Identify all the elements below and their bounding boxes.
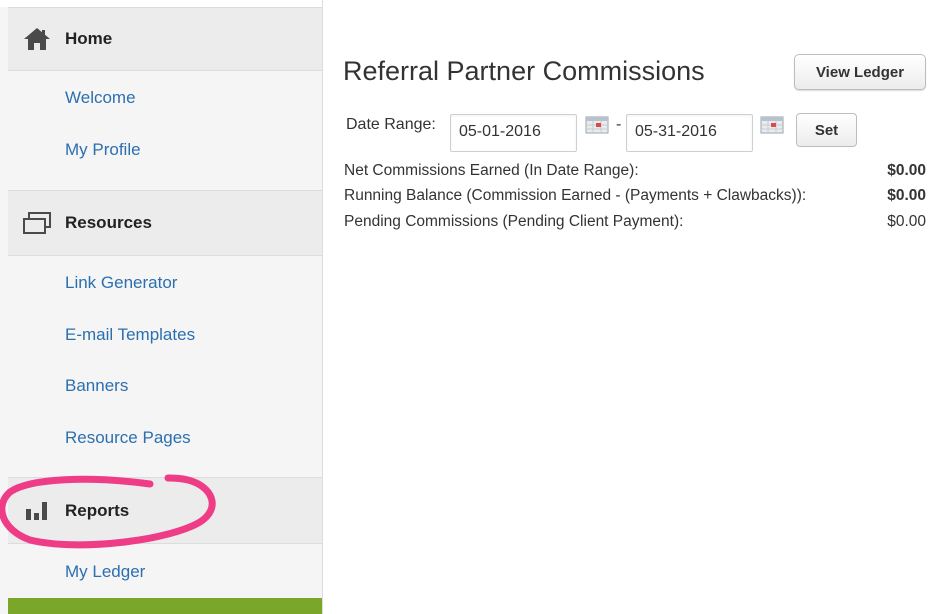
sidebar-item-banners[interactable]: Banners <box>65 375 128 397</box>
summary-label: Running Balance (Commission Earned - (Pa… <box>344 187 807 204</box>
set-button[interactable]: Set <box>796 113 857 147</box>
home-icon <box>22 26 52 52</box>
bar-chart-icon <box>22 498 52 524</box>
sidebar-active-item[interactable] <box>8 598 322 614</box>
main-content: Referral Partner Commissions View Ledger… <box>324 0 941 614</box>
sidebar-section-reports[interactable]: Reports <box>8 477 322 544</box>
summary-row-net-commissions: Net Commissions Earned (In Date Range): … <box>344 162 926 186</box>
start-date-input[interactable]: 05-01-2016 <box>450 114 577 152</box>
view-ledger-button[interactable]: View Ledger <box>794 54 926 90</box>
summary-value: $0.00 <box>887 213 926 230</box>
end-date-input[interactable]: 05-31-2016 <box>626 114 753 152</box>
sidebar-item-welcome[interactable]: Welcome <box>65 87 136 109</box>
sidebar-item-my-profile[interactable]: My Profile <box>65 139 141 161</box>
sidebar-item-my-ledger[interactable]: My Ledger <box>65 561 145 583</box>
sidebar-section-label: Home <box>65 29 113 48</box>
windows-icon <box>22 210 52 236</box>
sidebar-section-label: Reports <box>65 500 130 520</box>
sidebar: Home Welcome My Profile Resources Link G… <box>0 0 323 614</box>
summary-label: Net Commissions Earned (In Date Range): <box>344 162 639 179</box>
summary-value: $0.00 <box>887 162 926 179</box>
summary-value: $0.00 <box>887 187 926 204</box>
sidebar-item-email-templates[interactable]: E-mail Templates <box>65 324 195 346</box>
date-separator: - <box>616 116 622 133</box>
summary-row-pending-commissions: Pending Commissions (Pending Client Paym… <box>344 213 926 237</box>
sidebar-section-label: Resources <box>65 213 152 232</box>
sidebar-section-resources[interactable]: Resources <box>8 190 322 256</box>
sidebar-item-resource-pages[interactable]: Resource Pages <box>65 427 191 449</box>
date-range-label: Date Range: <box>346 116 436 133</box>
page-title: Referral Partner Commissions <box>343 56 705 86</box>
summary-row-running-balance: Running Balance (Commission Earned - (Pa… <box>344 187 926 211</box>
sidebar-item-link-generator[interactable]: Link Generator <box>65 272 177 294</box>
start-calendar-icon[interactable] <box>585 116 609 134</box>
sidebar-section-home[interactable]: Home <box>8 7 322 71</box>
summary-label: Pending Commissions (Pending Client Paym… <box>344 213 684 230</box>
end-calendar-icon[interactable] <box>760 116 784 134</box>
sidebar-top-spacer <box>0 0 322 7</box>
